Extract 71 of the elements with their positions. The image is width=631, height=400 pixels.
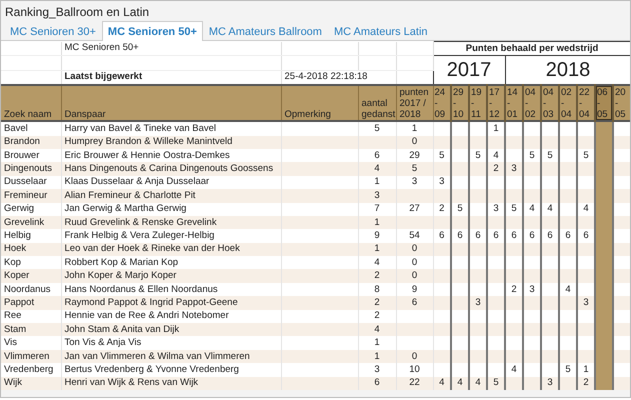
points-cell: 0 [396,269,433,283]
column-header: punten 2017 / 2018 [396,85,433,122]
count-cell: 2 [358,296,396,310]
sheet-tab[interactable]: MC Senioren 30+ [4,21,102,41]
points-heading: Punten behaald per wedstrijd [433,42,630,56]
window-title: Ranking_Ballroom en Latin [4,4,150,21]
sheet-subtitle: MC Senioren 50+ [61,42,281,56]
date-header: 17 - 12 [487,85,505,122]
date-header: 02 - 04 [559,85,577,122]
pair-cell: Humprey Brandon & Willeke Manintveld [61,136,281,149]
name-cell: Grevelink [1,216,61,230]
column-header: Opmerking [281,85,358,122]
score-cell: 4 [433,376,451,390]
column-header: Danspaar [61,85,281,122]
points-cell: 6 [396,296,433,310]
score-cell: 5 [487,376,505,390]
date-header: 04 - 03 [541,85,559,122]
column-header: aantal gedanst [358,85,396,122]
date-header: 29 - 10 [451,85,469,122]
pair-cell: Ruud Grevelink & Renske Grevelink [61,216,281,230]
name-cell: Wijk [1,376,61,390]
points-cell: 22 [396,376,433,390]
name-cell: Dingenouts [1,162,61,176]
pair-cell: Alian Fremineur & Charlotte Pit [61,189,281,203]
count-cell: 1 [358,350,396,364]
score-cell: 3 [469,296,487,310]
count-cell: 3 [358,189,396,203]
updated-timestamp: 25-4-2018 22:18:18 [281,70,396,86]
date-header: 14 - 01 [505,85,523,122]
date-header: 20 - 05 [613,85,630,122]
score-cell: 2 [577,376,595,390]
count-cell: 6 [358,376,396,390]
date-header: 06 - 05 [595,85,613,122]
count-cell: 1 [358,216,396,230]
score-cell: 3 [541,376,559,390]
name-cell: Hoek [1,242,61,256]
score-cell: 4 [469,376,487,390]
updated-label: Laatst bijgewerkt [61,70,281,86]
points-cell: 0 [396,242,433,256]
date-header: 19 - 11 [469,85,487,122]
score-cell: 4 [451,376,469,390]
count-cell: 4 [358,162,396,176]
name-cell: Fremineur [1,189,61,203]
date-header: 24 - 09 [433,85,451,122]
pair-cell: Henri van Wijk & Rens van Wijk [61,376,281,390]
score-cell: 2 [487,162,505,176]
pair-cell: Jan van Vlimmeren & Wilma van Vlimmeren [61,350,281,364]
column-header: Zoek naam [1,85,61,122]
points-cell: 5 [396,162,433,176]
score-cell: 3 [577,296,595,310]
count-cell: 4 [358,323,396,336]
pair-cell: John Stam & Anita van Dijk [61,323,281,336]
sheet-tab[interactable]: MC Senioren 50+ [102,21,203,41]
sheet-tab[interactable]: MC Amateurs Latin [328,21,434,41]
date-header: 22 - 04 [577,85,595,122]
score-cell: 3 [505,162,523,176]
points-cell: 0 [396,350,433,364]
date-header: 04 - 02 [523,85,541,122]
name-cell: Pappot [1,296,61,310]
pair-cell: Leo van der Hoek & Rineke van der Hoek [61,242,281,256]
pair-cell: John Koper & Marjo Koper [61,269,281,283]
points-cell: 0 [396,136,433,149]
count-cell: 1 [358,242,396,256]
name-cell: Koper [1,269,61,283]
count-cell: 2 [358,269,396,283]
pair-cell: Raymond Pappot & Ingrid Pappot-Geene [61,296,281,310]
pair-cell: Hans Dingenouts & Carina Dingenouts Goossens [61,162,281,176]
sheet-tab[interactable]: MC Amateurs Ballroom [202,21,328,41]
name-cell: Vlimmeren [1,350,61,364]
name-cell: Stam [1,323,61,336]
name-cell: Brandon [1,136,61,149]
